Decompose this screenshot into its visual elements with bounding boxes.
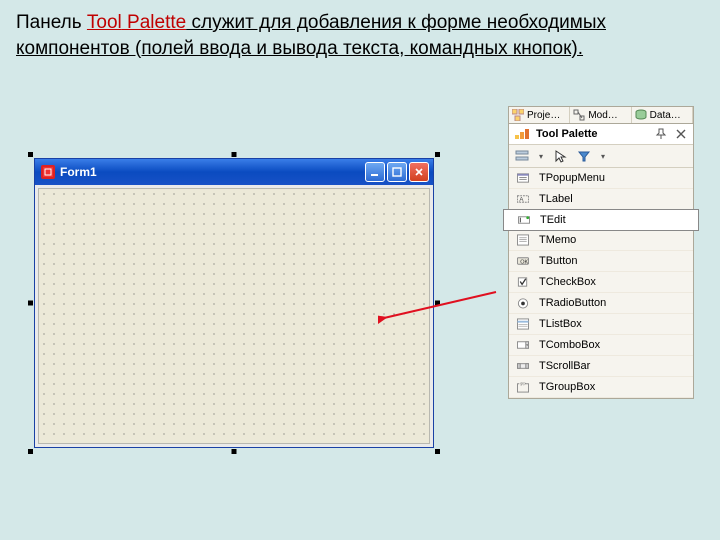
palette-item-label: TGroupBox bbox=[539, 381, 595, 393]
palette-item-tcheckbox[interactable]: TCheckBox bbox=[509, 272, 693, 293]
palette-item-tgroupbox[interactable]: grp TGroupBox bbox=[509, 377, 693, 398]
tab-label: Proje… bbox=[527, 110, 560, 121]
palette-item-tlistbox[interactable]: TListBox bbox=[509, 314, 693, 335]
palette-item-label: TCheckBox bbox=[539, 276, 596, 288]
palette-item-tmemo[interactable]: TMemo bbox=[509, 230, 693, 251]
tab-label: Data… bbox=[650, 110, 681, 121]
combo-icon bbox=[515, 338, 531, 352]
tab-label: Mod… bbox=[588, 110, 617, 121]
palette-item-label: TMemo bbox=[539, 234, 576, 246]
maximize-button[interactable] bbox=[387, 162, 407, 182]
scroll-icon bbox=[515, 359, 531, 373]
svg-text:grp: grp bbox=[520, 382, 525, 386]
palette-item-tradiobutton[interactable]: TRadioButton bbox=[509, 293, 693, 314]
form-titlebar[interactable]: Form1 bbox=[35, 159, 433, 185]
filter-icon[interactable] bbox=[577, 149, 591, 163]
palette-item-label: TListBox bbox=[539, 318, 582, 330]
pointer-icon[interactable] bbox=[553, 149, 567, 163]
palette-list: TPopupMenu A TLabel TEdit TMemo OK TButton TChe… bbox=[509, 168, 693, 398]
button-icon: OK bbox=[515, 254, 531, 268]
palette-item-label: TButton bbox=[539, 255, 578, 267]
palette-title: Tool Palette bbox=[536, 128, 648, 140]
categories-icon[interactable] bbox=[515, 149, 529, 163]
form-design-surface[interactable] bbox=[38, 188, 430, 444]
palette-item-label: TPopupMenu bbox=[539, 172, 605, 184]
edit-icon bbox=[516, 213, 532, 227]
form-designer-window[interactable]: Form1 bbox=[34, 158, 434, 448]
tool-palette-panel: Proje… Mod… Data… Tool Palette bbox=[508, 106, 694, 399]
panel-close-icon[interactable] bbox=[674, 127, 688, 141]
memo-icon bbox=[515, 233, 531, 247]
popup-icon bbox=[515, 171, 531, 185]
dropdown-icon[interactable]: ▾ bbox=[601, 152, 605, 161]
tab-project[interactable]: Proje… bbox=[509, 107, 570, 123]
palette-item-tcombobox[interactable]: TComboBox bbox=[509, 335, 693, 356]
tab-data[interactable]: Data… bbox=[632, 107, 693, 123]
palette-item-tscrollbar[interactable]: TScrollBar bbox=[509, 356, 693, 377]
palette-item-label: TLabel bbox=[539, 193, 573, 205]
model-icon bbox=[573, 109, 585, 121]
form-app-icon bbox=[41, 165, 55, 179]
dropdown-icon[interactable]: ▾ bbox=[539, 152, 543, 161]
checkbox-icon bbox=[515, 275, 531, 289]
palette-item-label: TScrollBar bbox=[539, 360, 590, 372]
form-title: Form1 bbox=[60, 165, 365, 179]
group-icon: grp bbox=[515, 380, 531, 394]
pin-icon[interactable] bbox=[654, 127, 668, 141]
svg-text:OK: OK bbox=[520, 259, 528, 265]
palette-toolbar: ▾ ▾ bbox=[509, 145, 693, 168]
palette-header: Tool Palette bbox=[509, 124, 693, 145]
palette-item-label: TComboBox bbox=[539, 339, 600, 351]
palette-item-tpopupmenu[interactable]: TPopupMenu bbox=[509, 168, 693, 189]
palette-item-label: TEdit bbox=[540, 214, 566, 226]
palette-item-tlabel[interactable]: A TLabel bbox=[509, 189, 693, 210]
tab-model[interactable]: Mod… bbox=[570, 107, 631, 123]
listbox-icon bbox=[515, 317, 531, 331]
caption-text: Панель Tool Palette служит для добавлени… bbox=[0, 0, 720, 75]
radio-icon bbox=[515, 296, 531, 310]
label-icon: A bbox=[515, 192, 531, 206]
svg-text:A: A bbox=[519, 196, 524, 203]
minimize-button[interactable] bbox=[365, 162, 385, 182]
palette-item-tedit[interactable]: TEdit bbox=[503, 209, 699, 231]
palette-item-label: TRadioButton bbox=[539, 297, 606, 309]
palette-item-tbutton[interactable]: OK TButton bbox=[509, 251, 693, 272]
palette-icon bbox=[514, 127, 530, 141]
panel-tabs: Proje… Mod… Data… bbox=[509, 107, 693, 124]
data-icon bbox=[635, 109, 647, 121]
close-button[interactable] bbox=[409, 162, 429, 182]
project-tree-icon bbox=[512, 109, 524, 121]
